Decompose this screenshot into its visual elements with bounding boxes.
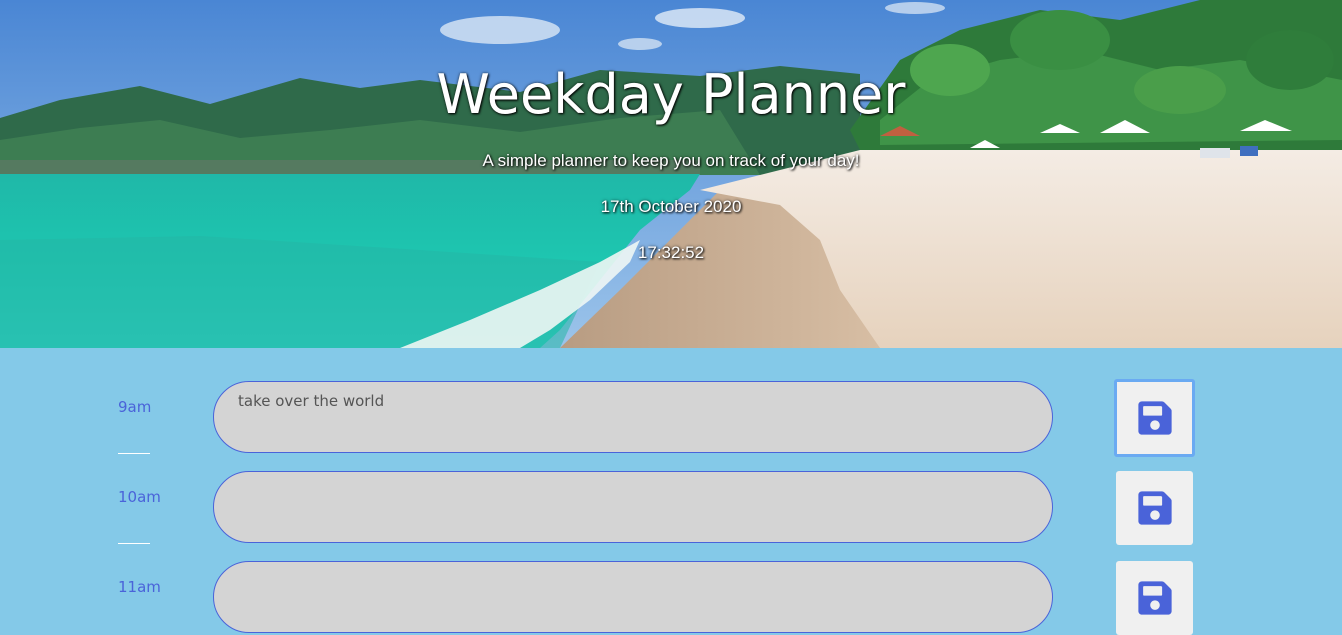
floppy-disk-icon (1137, 491, 1172, 525)
jumbotron-header: Weekday Planner A simple planner to keep… (0, 0, 1342, 348)
floppy-disk-icon (1137, 581, 1172, 615)
page-title: Weekday Planner (436, 63, 906, 126)
hour-label: 11am (118, 578, 161, 596)
task-textarea[interactable] (213, 561, 1053, 633)
save-button[interactable] (1116, 561, 1193, 635)
time-block-container: 9am take over the world 10am 11am (0, 348, 1342, 635)
time-block-row: 11am (0, 528, 1342, 635)
hour-label: 9am (118, 398, 152, 416)
time-block-row: 10am (0, 438, 1342, 545)
hour-label: 10am (118, 488, 161, 506)
page-subtitle: A simple planner to keep you on track of… (482, 151, 860, 170)
floppy-disk-icon (1137, 401, 1172, 435)
time-block-row: 9am take over the world (0, 348, 1342, 457)
current-date: 17th October 2020 (600, 197, 742, 216)
current-time: 17:32:52 (637, 243, 705, 262)
